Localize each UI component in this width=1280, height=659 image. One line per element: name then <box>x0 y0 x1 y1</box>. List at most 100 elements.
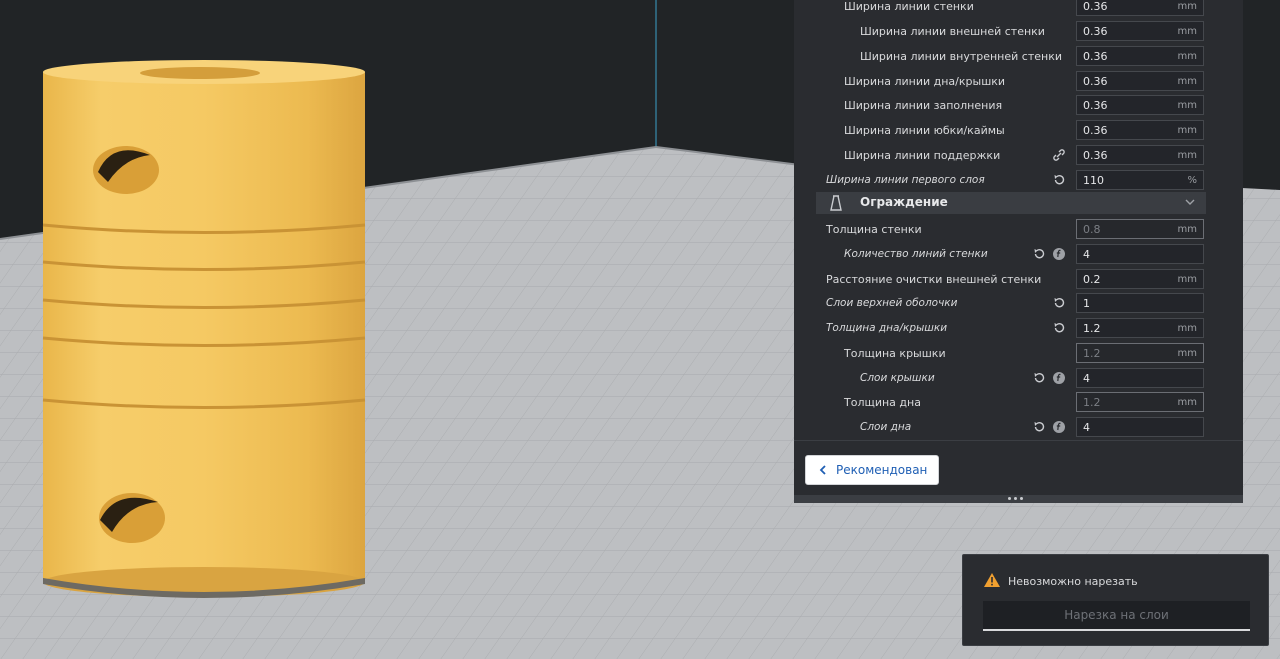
panel-resize-handle[interactable] <box>794 495 1243 503</box>
setting-input[interactable]: 0.36 mm <box>1076 71 1204 91</box>
setting-input[interactable]: 1.2 mm <box>1076 318 1204 338</box>
setting-value: 0.36 <box>1083 25 1108 38</box>
setting-label: Ширина линии поддержки <box>844 149 1001 162</box>
setting-input[interactable]: 110% <box>1076 170 1204 190</box>
setting-value: 0.36 <box>1083 0 1108 13</box>
setting-input[interactable]: 0.36 mm <box>1076 95 1204 115</box>
setting-input[interactable]: 4 <box>1076 244 1204 264</box>
slice-status-toast: Невозможно нарезать Нарезка на слои <box>962 554 1269 646</box>
setting-value: 0.36 <box>1083 99 1108 112</box>
setting-row: Толщина дна 1.2 mm <box>794 392 1234 414</box>
setting-unit: mm <box>1177 1 1197 12</box>
setting-value: 0.8 <box>1083 223 1101 236</box>
setting-label: Ширина линии заполнения <box>844 99 1003 112</box>
setting-unit: mm <box>1177 51 1197 62</box>
setting-row: Расстояние очистки внешней стенки 0.2 mm <box>794 269 1234 291</box>
setting-unit: mm <box>1177 323 1197 334</box>
setting-input[interactable]: 0.36 mm <box>1076 0 1204 16</box>
setting-input[interactable]: 4 <box>1076 417 1204 437</box>
setting-label: Толщина крышки <box>844 347 946 360</box>
settings-list[interactable]: Ширина линии стенки 0.36 mm Ширина линии … <box>794 0 1234 440</box>
section-header-shell[interactable]: Ограждение <box>816 192 1206 214</box>
setting-row: Ширина линии внешней стенки 0.36 mm <box>794 21 1234 43</box>
setting-row: Ширина линии юбки/каймы 0.36 mm <box>794 120 1234 142</box>
setting-row: Ширина линии стенки 0.36 mm <box>794 0 1234 18</box>
setting-value: 0.36 <box>1083 149 1108 162</box>
setting-input[interactable]: 0.8 mm <box>1076 219 1204 239</box>
setting-row: Слои дна 4 <box>794 417 1234 439</box>
link-icon[interactable] <box>1052 148 1066 162</box>
setting-value: 4 <box>1083 372 1090 385</box>
setting-value: 1 <box>1083 297 1090 310</box>
setting-row: Толщина стенки 0.8 mm <box>794 219 1234 241</box>
setting-value: 4 <box>1083 421 1090 434</box>
print-settings-panel: Ширина линии стенки 0.36 mm Ширина линии … <box>794 0 1243 503</box>
setting-value: 0.36 <box>1083 75 1108 88</box>
setting-label: Толщина дна <box>844 396 921 409</box>
setting-input[interactable]: 0.36 mm <box>1076 46 1204 66</box>
setting-unit: mm <box>1177 26 1197 37</box>
setting-unit: mm <box>1177 125 1197 136</box>
setting-unit: mm <box>1177 150 1197 161</box>
setting-label: Толщина дна/крышки <box>826 322 948 334</box>
setting-input[interactable]: 0.36 mm <box>1076 21 1204 41</box>
panel-footer: Рекомендован <box>794 440 1243 499</box>
setting-row: Толщина крышки 1.2 mm <box>794 343 1234 365</box>
recommended-label: Рекомендован <box>836 463 928 477</box>
setting-label: Слои крышки <box>860 372 935 384</box>
function-icon[interactable] <box>1052 371 1066 385</box>
warning-icon <box>984 573 1000 587</box>
setting-label: Ширина линии первого слоя <box>826 174 985 186</box>
setting-value: 0.36 <box>1083 50 1108 63</box>
setting-label: Ширина линии стенки <box>844 0 974 13</box>
setting-unit: mm <box>1177 348 1197 359</box>
setting-row: Количество линий стенки 4 <box>794 244 1234 266</box>
setting-value: 0.2 <box>1083 273 1101 286</box>
setting-label: Расстояние очистки внешней стенки <box>826 273 1042 286</box>
section-title: Ограждение <box>860 195 948 209</box>
recommended-mode-button[interactable]: Рекомендован <box>805 455 939 485</box>
setting-label: Слои дна <box>860 421 912 433</box>
shell-icon <box>830 195 842 211</box>
reset-icon[interactable] <box>1032 420 1046 434</box>
setting-label: Толщина стенки <box>826 223 922 236</box>
setting-row: Слои верхней оболочки 1 <box>794 293 1234 315</box>
setting-input[interactable]: 1.2 mm <box>1076 343 1204 363</box>
setting-input[interactable]: 0.36 mm <box>1076 120 1204 140</box>
toast-message: Невозможно нарезать <box>1008 575 1138 588</box>
setting-row: Ширина линии поддержки 0.36 mm <box>794 145 1234 167</box>
function-icon[interactable] <box>1052 247 1066 261</box>
setting-value: 1.2 <box>1083 322 1101 335</box>
setting-unit: mm <box>1177 76 1197 87</box>
reset-icon[interactable] <box>1052 173 1066 187</box>
slice-button[interactable]: Нарезка на слои <box>983 601 1250 631</box>
setting-row: Ширина линии первого слоя 110% <box>794 170 1234 192</box>
setting-unit: mm <box>1177 274 1197 285</box>
setting-input[interactable]: 1 <box>1076 293 1204 313</box>
setting-label: Ширина линии юбки/каймы <box>844 124 1005 137</box>
model-coupling[interactable] <box>42 60 366 598</box>
reset-icon[interactable] <box>1052 321 1066 335</box>
setting-value: 110 <box>1083 174 1104 187</box>
setting-row: Ширина линии внутренней стенки 0.36 mm <box>794 46 1234 68</box>
setting-unit: % <box>1187 175 1197 186</box>
setting-unit: mm <box>1177 100 1197 111</box>
settings-scrollbar[interactable] <box>1236 0 1241 440</box>
setting-input[interactable]: 0.2 mm <box>1076 269 1204 289</box>
function-icon[interactable] <box>1052 420 1066 434</box>
setting-row: Толщина дна/крышки 1.2 mm <box>794 318 1234 340</box>
setting-value: 0.36 <box>1083 124 1108 137</box>
setting-unit: mm <box>1177 224 1197 235</box>
setting-row: Слои крышки 4 <box>794 368 1234 390</box>
reset-icon[interactable] <box>1032 371 1046 385</box>
reset-icon[interactable] <box>1052 296 1066 310</box>
reset-icon[interactable] <box>1032 247 1046 261</box>
setting-input[interactable]: 0.36 mm <box>1076 145 1204 165</box>
chevron-down-icon[interactable] <box>1184 196 1196 208</box>
setting-label: Слои верхней оболочки <box>826 297 958 309</box>
setting-value: 4 <box>1083 248 1090 261</box>
setting-input[interactable]: 4 <box>1076 368 1204 388</box>
setting-value: 1.2 <box>1083 396 1101 409</box>
setting-input[interactable]: 1.2 mm <box>1076 392 1204 412</box>
setting-unit: mm <box>1177 397 1197 408</box>
